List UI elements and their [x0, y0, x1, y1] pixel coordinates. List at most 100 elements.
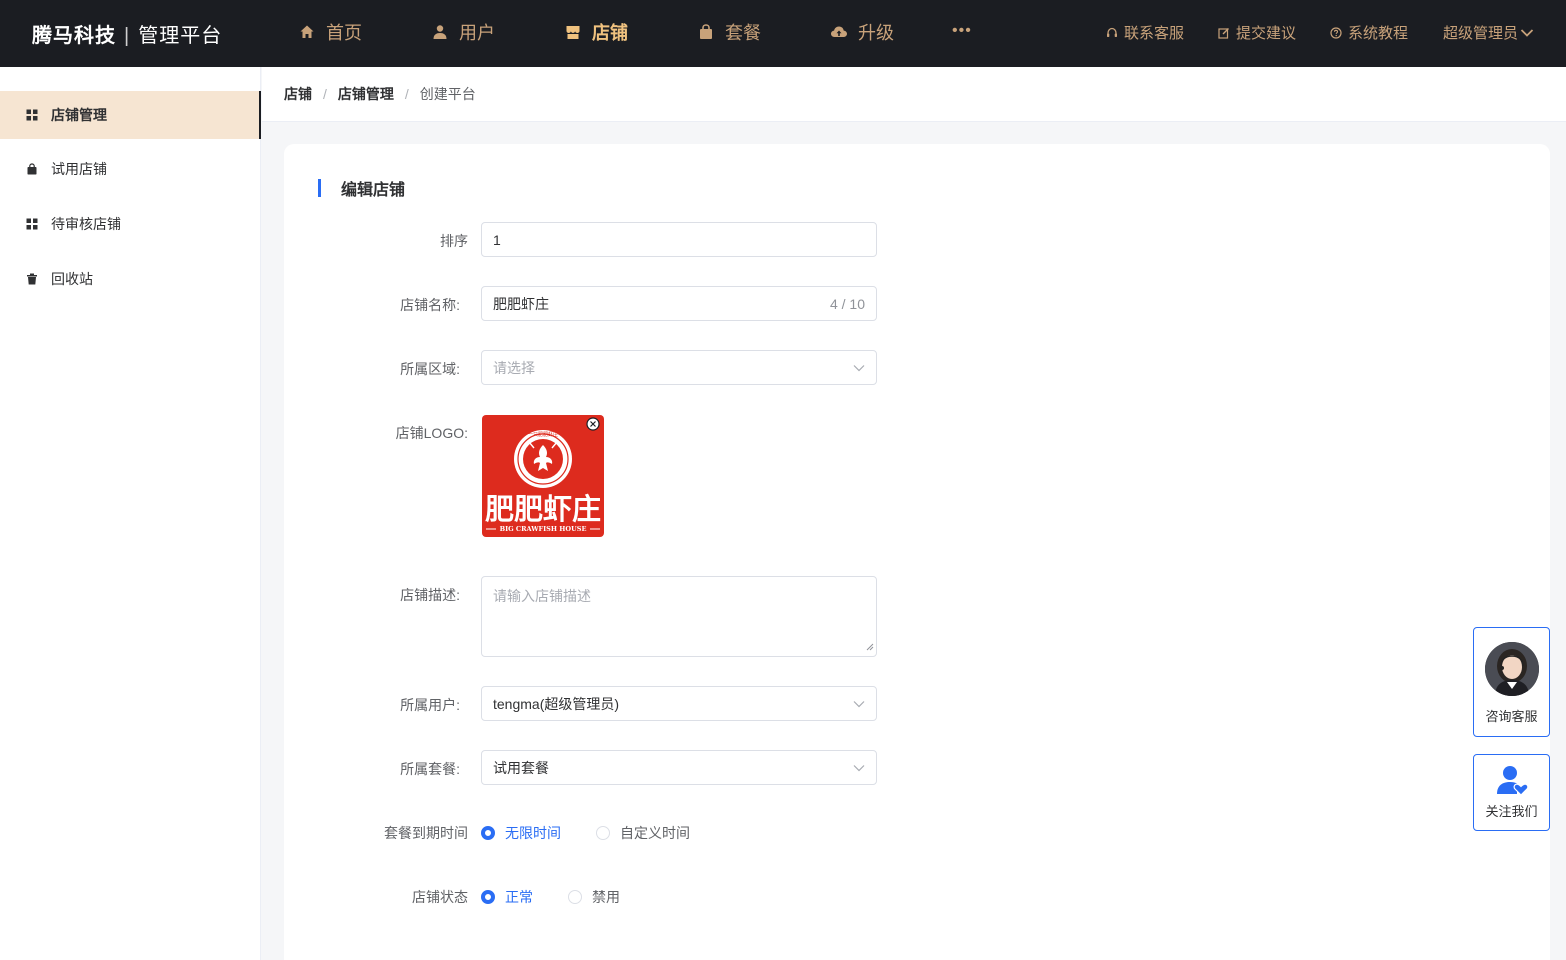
sort-input[interactable]: 1: [481, 222, 877, 257]
radio-dot: [481, 826, 495, 840]
package-label: 所属套餐:: [400, 761, 460, 777]
shop-name-label: 店铺名称:: [400, 297, 460, 313]
nav-users[interactable]: 用户: [431, 19, 495, 45]
edit-icon: [1218, 27, 1230, 39]
nav-shops-label: 店铺: [592, 23, 628, 43]
chevron-down-icon: [853, 364, 865, 372]
owner-select[interactable]: tengma(超级管理员): [481, 686, 877, 721]
sidebar-item-pending-shops[interactable]: 待审核店铺: [0, 200, 261, 248]
shop-logo-image[interactable]: 肥肥虾庄 BIG CRAWFISH HOUSE 一只肥肥虾庄: [482, 415, 604, 537]
expiry-label: 套餐到期时间: [384, 825, 468, 841]
package-value: 试用套餐: [493, 759, 549, 776]
expiry-radio-group: 无限时间 自定义时间: [481, 823, 690, 843]
tutorial-link[interactable]: 系统教程: [1330, 22, 1408, 43]
user-menu-label: 超级管理员: [1443, 25, 1519, 42]
user-menu[interactable]: 超级管理员: [1443, 22, 1534, 43]
sidebar-item-label: 试用店铺: [51, 161, 107, 177]
nav-home-label: 首页: [326, 23, 362, 43]
home-icon: [298, 23, 316, 41]
brand-logo: 腾马科技 | 管理平台: [32, 19, 222, 48]
status-label: 店铺状态: [412, 889, 468, 905]
resize-handle-icon[interactable]: [866, 638, 874, 654]
expiry-option-custom[interactable]: 自定义时间: [596, 823, 690, 843]
breadcrumb-item-current: 创建平台: [419, 86, 476, 102]
contact-service-link[interactable]: 联系客服: [1106, 22, 1184, 43]
chevron-down-icon: [853, 764, 865, 772]
chevron-down-icon: [853, 700, 865, 708]
expiry-option-label: 无限时间: [505, 825, 561, 841]
radio-dot: [596, 826, 610, 840]
brand-name: 腾马科技: [32, 25, 116, 47]
nav-users-label: 用户: [459, 23, 495, 43]
region-placeholder: 请选择: [493, 359, 535, 376]
user-icon: [431, 23, 449, 41]
shop-name-input[interactable]: 肥肥虾庄 4 / 10: [481, 286, 877, 321]
owner-value: tengma(超级管理员): [493, 695, 620, 712]
nav-upgrade[interactable]: 升级: [830, 19, 894, 45]
expiry-option-label: 自定义时间: [620, 825, 690, 841]
tutorial-label: 系统教程: [1348, 25, 1409, 42]
consult-service-widget[interactable]: 咨询客服: [1473, 627, 1550, 737]
description-textarea[interactable]: 请输入店铺描述: [481, 576, 877, 657]
page-title-text: 编辑店铺: [341, 182, 406, 199]
trash-icon: [26, 273, 38, 285]
breadcrumb-separator: /: [404, 86, 409, 102]
remove-logo-icon[interactable]: [586, 417, 600, 431]
radio-dot: [568, 890, 582, 904]
user-heart-icon: [1495, 763, 1529, 797]
region-select[interactable]: 请选择: [481, 350, 877, 385]
owner-label: 所属用户:: [400, 697, 460, 713]
title-accent-bar: [318, 179, 321, 197]
status-radio-group: 正常 禁用: [481, 887, 620, 907]
brand-subtitle: 管理平台: [138, 25, 223, 47]
expiry-option-unlimited[interactable]: 无限时间: [481, 823, 561, 843]
cloud-upload-icon: [830, 23, 848, 41]
bag-icon: [26, 163, 38, 175]
sidebar-item-shop-management[interactable]: 店铺管理: [0, 91, 261, 139]
service-agent-avatar: [1484, 642, 1539, 696]
grid-icon: [26, 218, 38, 230]
radio-dot: [481, 890, 495, 904]
sidebar-item-recycle-bin[interactable]: 回收站: [0, 255, 261, 303]
nav-packages-label: 套餐: [725, 23, 761, 43]
region-label: 所属区域:: [400, 361, 460, 377]
nav-shops[interactable]: 店铺: [564, 19, 628, 45]
top-navbar: 腾马科技 | 管理平台 首页 用户 店铺 套餐 升级 ••• 联系客服 提交建议…: [0, 0, 1566, 67]
sidebar-item-label: 待审核店铺: [51, 216, 121, 232]
status-option-normal[interactable]: 正常: [481, 887, 533, 907]
nav-packages[interactable]: 套餐: [697, 19, 761, 45]
page-title: 编辑店铺: [318, 178, 406, 199]
sidebar-item-label: 回收站: [51, 271, 93, 287]
submit-feedback-link[interactable]: 提交建议: [1218, 22, 1296, 43]
logo-label: 店铺LOGO:: [395, 425, 468, 441]
logo-wordmark: 肥肥虾庄: [485, 492, 601, 526]
shop-name-char-counter: 4 / 10: [829, 295, 865, 312]
follow-us-widget[interactable]: 关注我们: [1473, 754, 1550, 831]
logo-subtext: BIG CRAWFISH HOUSE: [500, 525, 587, 533]
submit-feedback-label: 提交建议: [1236, 25, 1297, 42]
description-label: 店铺描述:: [400, 587, 460, 603]
consult-service-label: 咨询客服: [1485, 709, 1538, 724]
brand-separator: |: [124, 25, 131, 47]
sidebar: 店铺管理 试用店铺 待审核店铺 回收站: [0, 67, 261, 960]
description-placeholder: 请输入店铺描述: [493, 588, 591, 604]
headset-icon: [1106, 27, 1118, 39]
nav-home[interactable]: 首页: [298, 19, 362, 45]
help-circle-icon: [1330, 26, 1342, 39]
package-select[interactable]: 试用套餐: [481, 750, 877, 785]
bag-icon: [697, 23, 715, 41]
sidebar-item-trial-shops[interactable]: 试用店铺: [0, 145, 261, 193]
breadcrumb-item-shop-management[interactable]: 店铺管理: [338, 84, 394, 104]
shop-icon: [564, 23, 582, 41]
breadcrumb-item-shop[interactable]: 店铺: [284, 84, 312, 104]
contact-service-label: 联系客服: [1124, 25, 1185, 42]
sort-label: 排序: [440, 233, 468, 249]
breadcrumb: 店铺 / 店铺管理 / 创建平台: [262, 67, 1566, 122]
chevron-down-icon: [1520, 28, 1534, 38]
logo-ring-text: 一只肥肥虾庄: [528, 431, 558, 438]
edit-shop-card: 编辑店铺 排序 1 店铺名称: 肥肥虾庄 4 / 10 所属区域: 请选择 店铺…: [284, 144, 1550, 960]
shop-name-value: 肥肥虾庄: [493, 295, 549, 312]
grid-icon: [26, 109, 38, 121]
nav-more-button[interactable]: •••: [952, 22, 972, 40]
status-option-disabled[interactable]: 禁用: [568, 887, 620, 907]
